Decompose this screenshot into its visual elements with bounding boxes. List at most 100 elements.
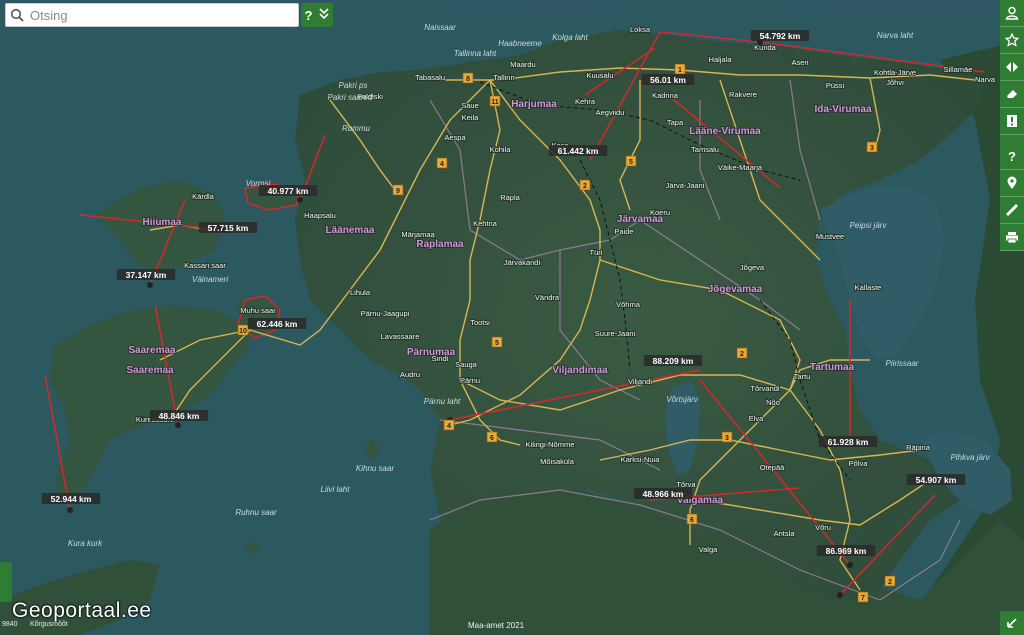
region-label-9: Pärnumaa xyxy=(407,347,456,358)
place-label-54: Elva xyxy=(749,414,764,423)
measure-button[interactable] xyxy=(1000,197,1024,224)
search-help-button[interactable]: ? xyxy=(305,8,313,23)
road-number-9: 10 xyxy=(239,328,247,335)
water-label-11: Pärnu laht xyxy=(424,397,461,406)
place-label-41: Võhma xyxy=(616,300,641,309)
water-label-13: Ruhnu saar xyxy=(235,508,277,517)
erase-button[interactable] xyxy=(1000,81,1024,108)
road-number-0: 1 xyxy=(678,67,682,74)
left-panel-tab[interactable] xyxy=(0,562,12,602)
place-label-27: Järva-Jaani xyxy=(666,181,705,190)
place-label-2: Haljala xyxy=(709,55,733,64)
search-bar[interactable] xyxy=(5,3,299,27)
place-label-47: Audru xyxy=(400,370,420,379)
place-label-49: Pärnu xyxy=(460,376,480,385)
water-label-0: Naissaar xyxy=(424,23,456,32)
region-label-13: Saaremaa xyxy=(126,365,174,376)
place-label-34: Mustvee xyxy=(816,232,844,241)
water-label-2: Narva laht xyxy=(877,31,914,40)
help-button[interactable]: ? xyxy=(1000,143,1024,170)
search-icon xyxy=(6,4,28,26)
place-label-58: Tõrva xyxy=(676,480,696,489)
region-label-0: Harjumaa xyxy=(511,99,557,110)
place-label-51: Tartu xyxy=(794,372,811,381)
measurement-label-4: 57.715 km xyxy=(208,223,249,233)
place-label-38: Kallaste xyxy=(855,283,882,292)
place-label-19: Kadrina xyxy=(652,91,679,100)
place-label-53: Nõo xyxy=(766,398,780,407)
scale-value: 9840 xyxy=(2,621,18,628)
place-label-25: Aespa xyxy=(444,133,466,142)
measurement-label-11: 54.907 km xyxy=(916,475,957,485)
measurement-label-10: 61.928 km xyxy=(828,437,869,447)
place-label-52: Tõrvandi xyxy=(750,384,780,393)
map-canvas[interactable]: 1 2 3 4 5 6 7 8 9 10 11 2 2 3 4 5 6 Loksa Kunda Haljala Ase… xyxy=(0,0,1024,635)
water-label-15: Peipsi järv xyxy=(850,221,888,230)
place-label-56: Mõisaküla xyxy=(540,457,575,466)
place-label-17: Aegviidu xyxy=(596,108,625,117)
place-label-55: Kilingi-Nõmme xyxy=(526,440,575,449)
region-label-6: Jõgevamaa xyxy=(708,284,763,295)
favorites-button[interactable] xyxy=(1000,27,1024,54)
place-label-15: Jõhvi xyxy=(886,78,904,87)
search-input[interactable] xyxy=(28,6,292,24)
user-icon xyxy=(1005,6,1019,20)
road-number-3: 4 xyxy=(440,161,444,168)
measurement-label-0: 54.792 km xyxy=(760,31,801,41)
star-icon xyxy=(1005,33,1019,47)
place-label-60: Põlva xyxy=(849,459,869,468)
location-pin-icon xyxy=(1007,176,1017,189)
search-expand-button[interactable] xyxy=(319,7,330,23)
compare-button[interactable] xyxy=(1000,54,1024,81)
road-number-16: 6 xyxy=(490,435,494,442)
measurement-label-6: 62.446 km xyxy=(257,319,298,329)
place-label-10: Tabasalu xyxy=(415,73,445,82)
water-label-18: Võrtsjärv xyxy=(666,395,699,404)
road-number-11: 2 xyxy=(740,351,744,358)
place-label-22: Kohila xyxy=(490,145,512,154)
place-label-67: Muhu saar xyxy=(240,306,276,315)
print-button[interactable] xyxy=(1000,224,1024,251)
user-button[interactable] xyxy=(1000,0,1024,27)
water-label-5: Pakri ps xyxy=(339,81,368,90)
place-label-24: Väike-Maarja xyxy=(718,163,763,172)
place-label-12: Saue xyxy=(461,101,479,110)
place-label-61: Räpina xyxy=(906,443,931,452)
ruler-icon xyxy=(1005,203,1019,217)
road-number-7: 8 xyxy=(466,76,470,83)
fullscreen-button[interactable] xyxy=(1000,611,1024,635)
help-icon: ? xyxy=(1008,149,1016,163)
region-label-8: Saaremaa xyxy=(128,345,176,356)
place-label-36: Türi xyxy=(590,248,603,257)
place-label-39: Lihula xyxy=(350,288,371,297)
water-label-3: Tallinna laht xyxy=(454,49,497,58)
place-label-28: Haapsalu xyxy=(304,211,336,220)
print-icon xyxy=(1006,231,1018,243)
place-label-65: Kassari saar xyxy=(184,261,226,270)
place-label-33: Paide xyxy=(614,227,633,236)
place-label-42: Pärnu-Jaagupi xyxy=(361,309,410,318)
info-button[interactable] xyxy=(1000,108,1024,135)
road-number-4: 5 xyxy=(629,159,633,166)
place-label-8: Maardu xyxy=(510,60,535,69)
place-label-64: Valga xyxy=(699,545,718,554)
place-label-5: Sillamäe xyxy=(944,65,973,74)
geoportaal-logo: Geoportaal.ee xyxy=(12,599,152,622)
place-label-0: Loksa xyxy=(630,25,651,34)
region-label-10: Viljandimaa xyxy=(552,365,608,376)
search-actions: ? xyxy=(301,3,333,27)
place-label-40: Vändra xyxy=(535,293,560,302)
place-label-7: Tallinn xyxy=(493,73,514,82)
water-label-7: Rummu xyxy=(342,124,371,133)
road-number-15: 5 xyxy=(495,340,499,347)
place-label-14: Rakvere xyxy=(729,90,757,99)
road-number-2: 3 xyxy=(870,145,874,152)
region-label-5: Järvamaa xyxy=(617,214,664,225)
road-number-10: 11 xyxy=(491,99,499,106)
place-label-43: Tootsi xyxy=(470,318,490,327)
measurement-label-1: 56.01 km xyxy=(650,75,686,85)
place-label-4: Kohtla-Järve xyxy=(874,68,916,77)
location-button[interactable] xyxy=(1000,170,1024,197)
place-label-35: Järvakandi xyxy=(504,258,541,267)
kihnu-island xyxy=(366,440,378,460)
